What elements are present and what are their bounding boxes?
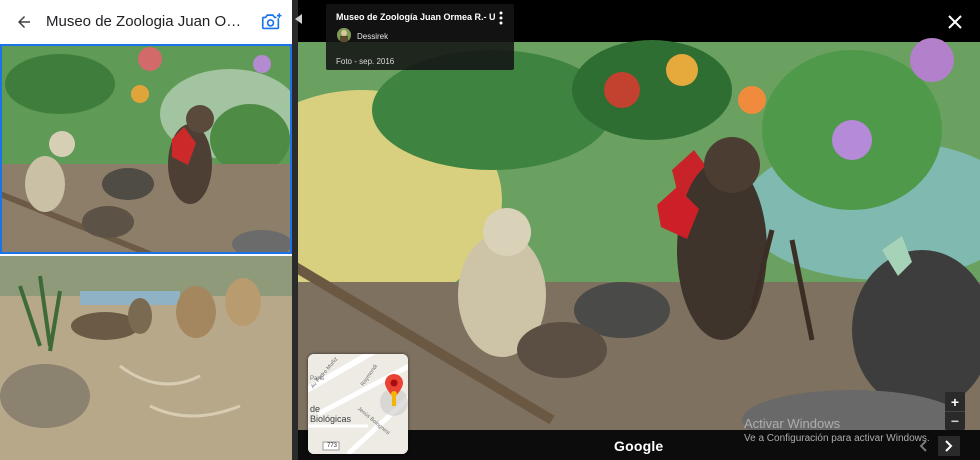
minimap[interactable]: Av Pedro Muñiz Raymondi Jesús Bolognesi … xyxy=(308,354,408,454)
photo-date: Foto - sep. 2016 xyxy=(336,57,395,66)
back-button[interactable] xyxy=(10,8,38,36)
author-avatar-image xyxy=(337,28,351,42)
triangle-left-icon xyxy=(295,14,302,24)
zoom-in-button[interactable]: + xyxy=(945,392,965,411)
previous-photo-button[interactable] xyxy=(912,436,934,456)
windows-activation-title: Activar Windows xyxy=(744,416,841,431)
arrow-left-icon xyxy=(18,16,30,28)
panel-header: Museo de Zoologia Juan Ormea ... xyxy=(0,0,292,44)
author-avatar[interactable] xyxy=(337,28,351,42)
add-photo-icon xyxy=(261,12,282,30)
zoom-out-button[interactable]: − xyxy=(945,411,965,430)
add-photo-button[interactable] xyxy=(258,9,284,35)
google-logo: Google xyxy=(614,438,664,454)
close-button[interactable] xyxy=(944,11,966,33)
thumbnail-2-image xyxy=(0,256,292,460)
next-photo-button[interactable] xyxy=(938,436,960,456)
photo-thumbnail[interactable] xyxy=(0,256,292,460)
photo-place-title[interactable]: Museo de Zoología Juan Ormea R.- UNT xyxy=(336,12,496,22)
more-options-button[interactable] xyxy=(496,10,506,26)
photo-author-link[interactable]: Dessirek xyxy=(357,32,388,41)
minimap-label-paris: París xyxy=(310,376,325,382)
collapse-panel-button[interactable] xyxy=(294,10,304,28)
more-vert-icon xyxy=(499,11,503,25)
chevron-right-icon xyxy=(945,440,953,452)
photo-info-card: Museo de Zoología Juan Ormea R.- UNT Des… xyxy=(326,4,514,70)
panel-divider xyxy=(292,0,298,460)
zoom-control: + − xyxy=(945,392,965,430)
place-title: Museo de Zoologia Juan Ormea ... xyxy=(46,13,246,30)
windows-activation-subtitle: Ve a Configuración para activar Windows. xyxy=(744,433,930,444)
photo-thumbnail-selected[interactable] xyxy=(0,44,292,254)
thumbnail-1-image xyxy=(0,44,292,254)
minimap-route-badge: 773 xyxy=(326,443,337,449)
chevron-left-icon xyxy=(919,440,927,452)
minimap-label-biologicas: de Biológicas xyxy=(310,404,352,424)
photo-list-panel: Museo de Zoologia Juan Ormea ... xyxy=(0,0,292,460)
close-icon xyxy=(948,15,962,29)
